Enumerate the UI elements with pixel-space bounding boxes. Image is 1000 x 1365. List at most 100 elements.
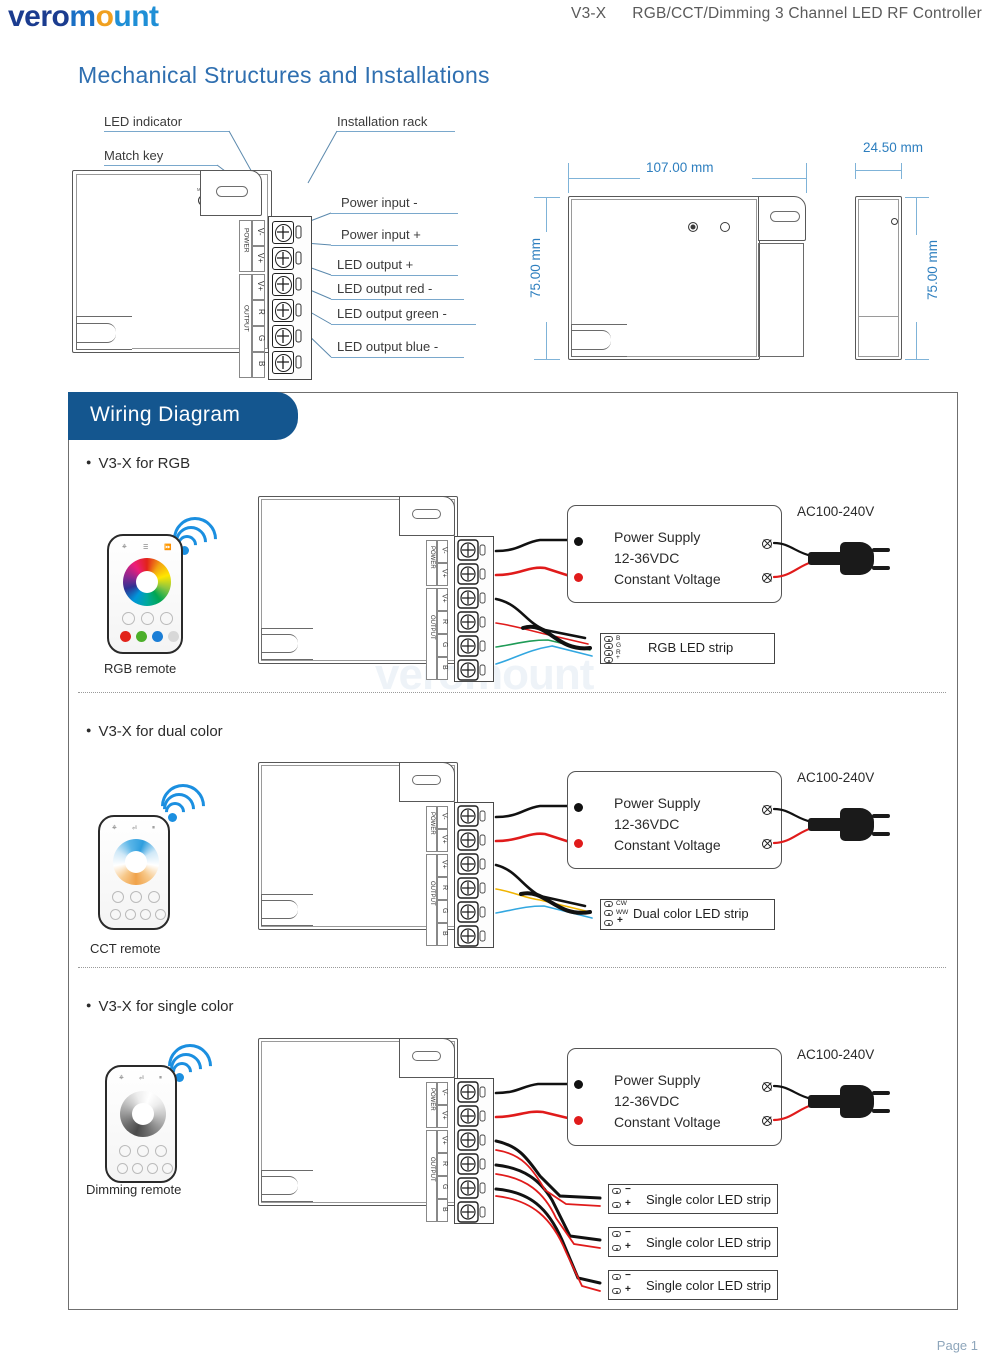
remote-power-icon[interactable]: ⎈ bbox=[112, 825, 117, 832]
remote-scene-button[interactable] bbox=[110, 909, 121, 920]
remote-scene-button[interactable] bbox=[162, 1163, 173, 1174]
remote-prev-button[interactable] bbox=[122, 612, 135, 625]
strip-pad-label-minus: − bbox=[625, 1227, 631, 1238]
psu-ac-terminal-n bbox=[762, 573, 772, 583]
remote-next-button[interactable] bbox=[155, 1145, 167, 1157]
side-view-rack-slot bbox=[770, 211, 800, 222]
logo-text-vero: vero bbox=[8, 0, 70, 33]
remote-cct[interactable]: ⎈ ⏎ ⏸ bbox=[98, 815, 170, 930]
terminal-pin-label-vplus-power: V+ bbox=[252, 246, 265, 272]
page-number: Page 1 bbox=[936, 1338, 978, 1353]
remote-dimming[interactable]: ⎈ ⏎ ⏸ bbox=[105, 1065, 177, 1183]
plug-cord-dimming bbox=[808, 1095, 844, 1108]
remote-speed-icon[interactable]: ⏩ bbox=[164, 544, 171, 551]
section-heading-single: V3-X for single color bbox=[86, 998, 233, 1015]
screw-terminal[interactable] bbox=[272, 273, 294, 296]
dimension-depth-tick-left bbox=[855, 163, 856, 179]
psu-ac-terminal-n bbox=[762, 1116, 772, 1126]
plug-pin-dimming bbox=[872, 1091, 890, 1095]
screw-terminal[interactable] bbox=[272, 299, 294, 322]
controller-foot-notch bbox=[261, 900, 298, 919]
remote-rgb[interactable]: ⎈ ☰ ⏩ bbox=[107, 534, 183, 654]
remote-next-button[interactable] bbox=[160, 612, 173, 625]
remote-preset-blue[interactable] bbox=[152, 631, 163, 642]
strip-pad-r bbox=[604, 650, 613, 656]
callout-installation-rack: Installation rack bbox=[337, 114, 428, 129]
remote-mode-icon[interactable]: ⏎ bbox=[139, 1075, 144, 1082]
strip-pad-label-plus: + bbox=[625, 1284, 631, 1295]
remote-scene-button[interactable] bbox=[117, 1163, 128, 1174]
psu-dc-negative-terminal bbox=[574, 803, 583, 812]
remote-play-button[interactable] bbox=[130, 891, 142, 903]
terminal-pin-label-vminus: V- bbox=[252, 220, 265, 246]
psu-dc-negative-terminal bbox=[574, 537, 583, 546]
callout-led-output-red: LED output red - bbox=[337, 281, 433, 296]
remote-play-button[interactable] bbox=[137, 1145, 149, 1157]
strip-pad-plus bbox=[612, 1245, 621, 1251]
controller-pin-vplus-pwr: V+ bbox=[437, 563, 448, 586]
logo-text-unt: unt bbox=[113, 0, 159, 33]
remote-color-wheel-center bbox=[136, 571, 158, 593]
remote-play-button[interactable] bbox=[141, 612, 154, 625]
remote-mode-icon[interactable]: ☰ bbox=[143, 544, 148, 551]
controller-pin-g: G bbox=[437, 634, 448, 657]
document-title: V3-X RGB/CCT/Dimming 3 Channel LED RF Con… bbox=[571, 5, 982, 23]
remote-pause-icon[interactable]: ⏸ bbox=[152, 825, 155, 832]
psu-label-dimming: Power Supply 12-36VDC Constant Voltage bbox=[614, 1072, 721, 1130]
remote-scene-button[interactable] bbox=[140, 909, 151, 920]
strip-pad-minus bbox=[612, 1188, 621, 1194]
psu-dc-positive-terminal bbox=[574, 1116, 583, 1125]
terminal-group-output-label-box: OUTPUT bbox=[239, 274, 252, 378]
plug-pin-rgb bbox=[872, 566, 890, 570]
mechanical-front-view: MATCH RUN POWER V- V+ OUTPUT V+ R G B bbox=[72, 170, 322, 380]
controller-output-group: OUTPUT bbox=[426, 854, 437, 946]
terminal-pin-label-b: B bbox=[252, 352, 266, 378]
remote-preset-red[interactable] bbox=[120, 631, 131, 642]
screw-terminal[interactable] bbox=[272, 247, 294, 270]
dimension-height-line-top bbox=[546, 197, 547, 232]
side-view-terminal-area bbox=[758, 243, 804, 357]
terminal-group-power-label-box: POWER bbox=[239, 220, 252, 272]
controller-foot-notch bbox=[261, 1176, 298, 1195]
screw-terminal[interactable] bbox=[272, 221, 294, 244]
dimension-height-line-bottom bbox=[546, 322, 547, 360]
strip-pad-plus bbox=[604, 920, 613, 926]
screw-terminal[interactable] bbox=[272, 325, 294, 348]
remote-prev-button[interactable] bbox=[112, 891, 124, 903]
plug-pin-cct bbox=[872, 832, 890, 836]
controller-pin-b: B bbox=[437, 657, 448, 680]
remote-power-icon[interactable]: ⎈ bbox=[122, 544, 127, 551]
controller-power-group: POWER bbox=[426, 540, 437, 586]
remote-scene-button[interactable] bbox=[155, 909, 166, 920]
side-view-match-button[interactable] bbox=[688, 222, 698, 232]
controller-pin-g: G bbox=[437, 900, 448, 923]
remote-scene-button[interactable] bbox=[147, 1163, 158, 1174]
dimension-side-height-tick-top bbox=[905, 197, 929, 198]
terminal-group-power-label: POWER bbox=[242, 228, 250, 253]
led-strip-label-dual: Dual color LED strip bbox=[633, 906, 749, 921]
remote-next-button[interactable] bbox=[148, 891, 160, 903]
controller-terminal-block bbox=[454, 802, 494, 948]
callout-power-input-minus-underline bbox=[331, 213, 458, 214]
psu-label-rgb: Power Supply 12-36VDC Constant Voltage bbox=[614, 529, 721, 587]
remote-prev-button[interactable] bbox=[119, 1145, 131, 1157]
remote-preset-white[interactable] bbox=[168, 631, 179, 642]
remote-preset-green[interactable] bbox=[136, 631, 147, 642]
remote-scene-button[interactable] bbox=[132, 1163, 143, 1174]
controller-power-group: POWER bbox=[426, 806, 437, 852]
dimension-side-height-tick-bottom bbox=[905, 359, 929, 360]
remote-scene-button[interactable] bbox=[125, 909, 136, 920]
remote-pause-icon[interactable]: ⏸ bbox=[159, 1075, 162, 1082]
plug-body-rgb bbox=[840, 542, 874, 575]
strip-pad-label-minus: − bbox=[625, 1184, 631, 1195]
controller-power-group: POWER bbox=[426, 1082, 437, 1128]
plug-body-dimming bbox=[840, 1085, 874, 1118]
callout-led-indicator-underline bbox=[104, 131, 229, 132]
device-foot-notch bbox=[76, 323, 116, 343]
controller-rgb: MATCH RUN POWER V- V+ OUTPUT V+ R G B bbox=[258, 496, 513, 682]
controller-pin-vplus-pwr: V+ bbox=[437, 1105, 448, 1128]
strip-pad-ww bbox=[604, 910, 613, 916]
remote-mode-icon[interactable]: ⏎ bbox=[132, 825, 137, 832]
remote-power-icon[interactable]: ⎈ bbox=[119, 1075, 124, 1082]
screw-terminal[interactable] bbox=[272, 351, 294, 374]
